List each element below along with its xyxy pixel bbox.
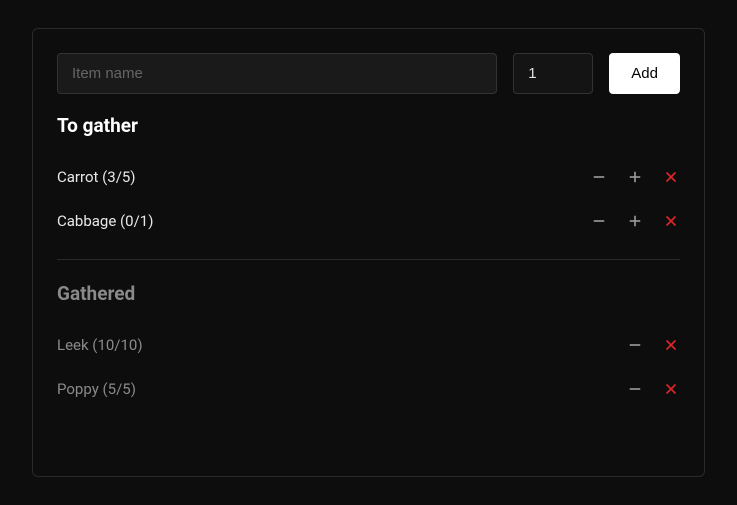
gathered-heading: Gathered <box>57 282 680 305</box>
add-item-form: Add <box>57 53 680 94</box>
quantity-input[interactable] <box>513 53 593 94</box>
item-actions <box>590 168 680 186</box>
list-item: Carrot (3/5) <box>57 155 680 199</box>
list-item: Poppy (5/5) <box>57 367 680 411</box>
item-actions <box>590 212 680 230</box>
item-label: Carrot (3/5) <box>57 168 136 186</box>
to-gather-heading: To gather <box>57 114 680 137</box>
list-item: Leek (10/10) <box>57 323 680 367</box>
section-divider <box>57 259 680 260</box>
minus-icon[interactable] <box>626 380 644 398</box>
item-actions <box>626 380 680 398</box>
item-label: Leek (10/10) <box>57 336 143 354</box>
list-item: Cabbage (0/1) <box>57 199 680 243</box>
gather-panel: Add To gather Carrot (3/5) Cabbage (0/1) <box>32 28 705 477</box>
delete-icon[interactable] <box>662 380 680 398</box>
minus-icon[interactable] <box>590 212 608 230</box>
plus-icon[interactable] <box>626 212 644 230</box>
delete-icon[interactable] <box>662 212 680 230</box>
delete-icon[interactable] <box>662 336 680 354</box>
plus-icon[interactable] <box>626 168 644 186</box>
minus-icon[interactable] <box>590 168 608 186</box>
delete-icon[interactable] <box>662 168 680 186</box>
add-button[interactable]: Add <box>609 53 680 94</box>
minus-icon[interactable] <box>626 336 644 354</box>
item-actions <box>626 336 680 354</box>
item-label: Cabbage (0/1) <box>57 212 153 230</box>
item-label: Poppy (5/5) <box>57 380 136 398</box>
item-name-input[interactable] <box>57 53 497 94</box>
